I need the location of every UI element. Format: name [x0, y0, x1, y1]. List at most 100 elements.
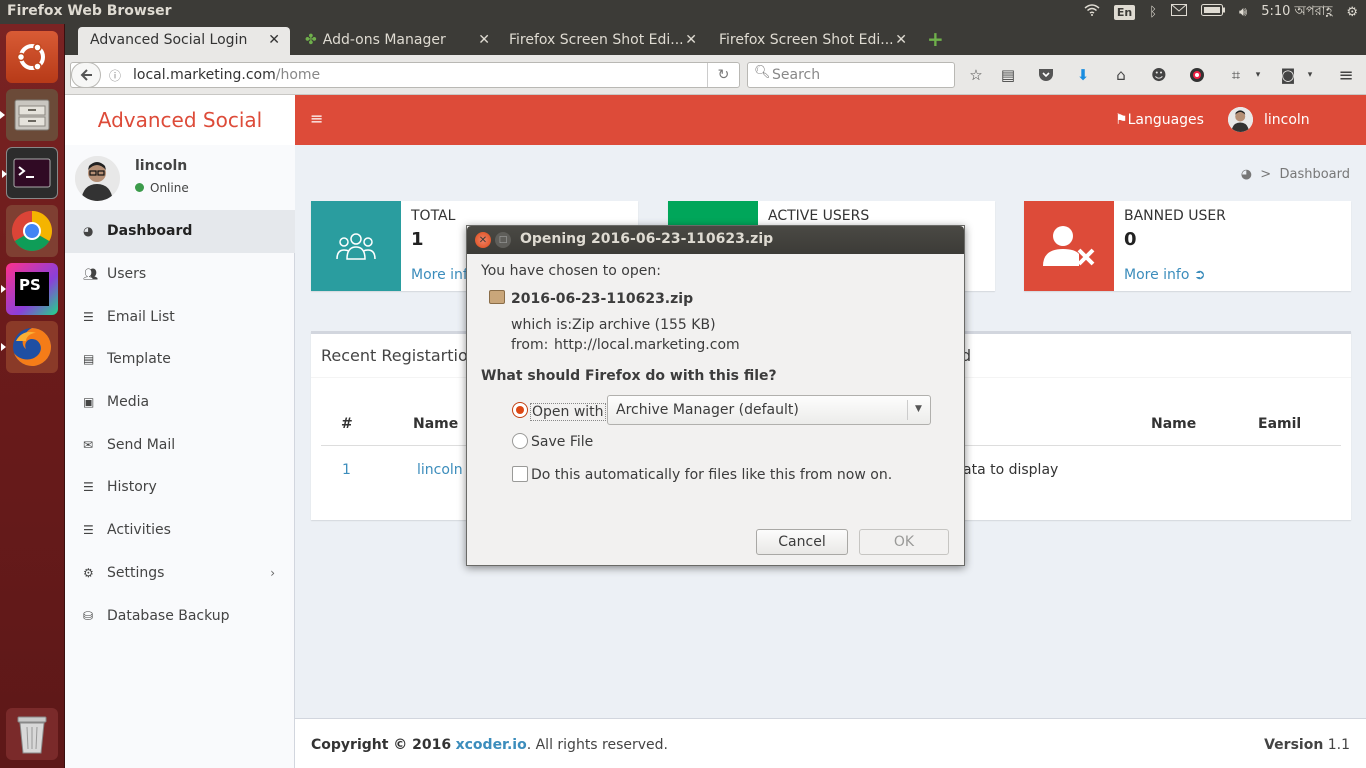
- url-host: local.marketing.com: [133, 67, 276, 83]
- phpstorm-icon[interactable]: PS: [1, 263, 58, 315]
- chrome-icon[interactable]: [6, 205, 58, 257]
- pocket-icon[interactable]: [1035, 64, 1057, 86]
- sidebar-item-label: Send Mail: [107, 436, 176, 453]
- sidebar-item-users[interactable]: 👥︎ Users: [65, 253, 295, 296]
- header-user-name[interactable]: lincoln: [1264, 112, 1310, 128]
- unity-launcher: PS: [0, 24, 65, 768]
- keyboard-layout-indicator[interactable]: En: [1113, 4, 1136, 20]
- sidebar-item-history[interactable]: ☰ History: [65, 466, 295, 509]
- sidebar-menu: ◕ Dashboard 👥︎ Users ☰ Email List ▤ Template…: [65, 210, 295, 637]
- column-header-name-2: Name: [1151, 416, 1197, 432]
- header-avatar[interactable]: [1228, 107, 1253, 132]
- clock[interactable]: 5:10 অপরাহ্ণ: [1261, 2, 1332, 23]
- back-arrow-icon[interactable]: [71, 62, 101, 88]
- camera-icon[interactable]: ◙: [1277, 64, 1299, 86]
- url-bar[interactable]: ⓘ local.marketing.com/home ↻: [70, 62, 740, 88]
- table-cell-number: 1: [342, 462, 351, 478]
- camera-dropdown-icon[interactable]: ▾: [1299, 64, 1321, 86]
- tab-addons-manager[interactable]: ✤ Add-ons Manager ✕: [293, 27, 500, 55]
- maximize-icon[interactable]: □: [495, 232, 511, 248]
- tab-strip: Advanced Social Login ✕ ✤ Add-ons Manager…: [65, 24, 1366, 55]
- close-icon[interactable]: ✕: [475, 232, 491, 248]
- downloads-icon[interactable]: ⬇: [1072, 64, 1094, 86]
- ok-button[interactable]: OK: [859, 529, 949, 555]
- app-logo[interactable]: Advanced Social: [65, 95, 295, 145]
- sidebar-item-label: Activities: [107, 522, 171, 539]
- color-wheel-icon[interactable]: [1186, 64, 1208, 86]
- wifi-icon[interactable]: [1084, 4, 1100, 20]
- dashboard-icon: ◕: [83, 224, 94, 239]
- tab-screenshot-editor-1[interactable]: Firefox Screen Shot Edi... ✕: [497, 27, 707, 55]
- trash-icon[interactable]: [6, 708, 58, 760]
- sidebar-item-label: Database Backup: [107, 607, 230, 624]
- tab-close-icon[interactable]: ✕: [478, 32, 490, 48]
- bookmarks-list-icon[interactable]: ▤: [997, 64, 1019, 86]
- users-icon: 👥︎: [83, 267, 99, 282]
- sidebar-item-activities[interactable]: ☰ Activities: [65, 509, 295, 552]
- database-icon: ⛁: [83, 608, 94, 623]
- tab-close-icon[interactable]: ✕: [268, 32, 280, 48]
- avatar: [75, 156, 120, 201]
- tab-advanced-social-login[interactable]: Advanced Social Login ✕: [78, 27, 290, 55]
- open-with-label[interactable]: Open with: [530, 403, 606, 421]
- sidebar-item-settings[interactable]: ⚙ Settings ›: [65, 552, 295, 595]
- sidebar-toggle-icon[interactable]: ≡: [310, 109, 323, 128]
- tab-close-icon[interactable]: ✕: [685, 32, 697, 48]
- search-bar[interactable]: 🔍︎ Search: [747, 62, 955, 88]
- new-tab-icon[interactable]: +: [917, 27, 947, 55]
- sidebar-item-send-mail[interactable]: ✉ Send Mail: [65, 423, 295, 466]
- chat-icon[interactable]: ☻: [1148, 64, 1170, 86]
- hamburger-menu-icon[interactable]: ≡: [1335, 64, 1357, 86]
- volume-icon[interactable]: 🔊︎: [1239, 5, 1247, 20]
- breadcrumb-current: Dashboard: [1279, 167, 1350, 182]
- sidebar-item-database-backup[interactable]: ⛁ Database Backup: [65, 594, 295, 637]
- terminal-icon[interactable]: [2, 147, 58, 199]
- bookmark-star-icon[interactable]: ☆: [965, 64, 987, 86]
- chosen-text: You have chosen to open:: [481, 263, 661, 279]
- home-icon[interactable]: ⌂: [1110, 64, 1132, 86]
- open-with-radio[interactable]: [512, 402, 528, 418]
- sidebar-item-media[interactable]: ▣ Media: [65, 381, 295, 424]
- mail-icon[interactable]: [1171, 4, 1188, 20]
- cancel-button[interactable]: Cancel: [756, 529, 848, 555]
- online-status-icon: [135, 183, 144, 192]
- copyright-suffix: . All rights reserved.: [526, 737, 669, 753]
- tab-close-icon[interactable]: ✕: [895, 32, 907, 48]
- copyright-prefix: Copyright © 2016: [311, 737, 452, 753]
- ubuntu-dash-icon[interactable]: [6, 31, 58, 83]
- tab-screenshot-editor-2[interactable]: Firefox Screen Shot Edi... ✕: [707, 27, 917, 55]
- from-value: http://local.marketing.com: [554, 337, 740, 353]
- window-title: Firefox Web Browser: [7, 3, 172, 19]
- stat-box-banned-user: BANNED USER 0 More info ➲: [1024, 201, 1351, 291]
- settings-gear-icon[interactable]: ⚙: [1346, 5, 1358, 20]
- auto-checkbox[interactable]: [512, 466, 528, 482]
- company-link[interactable]: xcoder.io: [456, 737, 527, 753]
- bluetooth-icon[interactable]: ᛒ: [1149, 5, 1157, 20]
- open-with-app-select[interactable]: Archive Manager (default) ▼: [607, 395, 931, 425]
- dashboard-icon[interactable]: ◕: [1241, 167, 1252, 182]
- panel-title: Recent Registartion: [321, 346, 478, 365]
- save-file-radio[interactable]: [512, 433, 528, 449]
- firefox-icon[interactable]: [1, 321, 58, 373]
- which-is-label: which is:: [511, 317, 573, 333]
- files-icon[interactable]: [0, 89, 58, 141]
- more-info-link[interactable]: More info ➲: [1124, 267, 1206, 283]
- list-icon: ☰: [83, 309, 94, 324]
- auto-label[interactable]: Do this automatically for files like thi…: [531, 467, 892, 483]
- sidebar-item-label: Email List: [107, 308, 175, 325]
- sidebar-item-dashboard[interactable]: ◕ Dashboard: [65, 210, 295, 253]
- reload-icon[interactable]: ↻: [707, 63, 739, 87]
- url-text[interactable]: local.marketing.com/home: [133, 67, 320, 83]
- sidebar-item-email-list[interactable]: ☰ Email List: [65, 295, 295, 338]
- crop-icon[interactable]: ⌗: [1225, 64, 1247, 86]
- site-info-icon[interactable]: ⓘ: [109, 67, 121, 84]
- sidebar-item-template[interactable]: ▤ Template: [65, 338, 295, 381]
- user-status-text: Online: [150, 181, 189, 195]
- battery-icon[interactable]: [1201, 4, 1226, 20]
- gears-icon: ⚙: [83, 565, 94, 580]
- save-file-label[interactable]: Save File: [531, 434, 593, 450]
- crop-dropdown-icon[interactable]: ▾: [1247, 64, 1269, 86]
- sidebar-item-label: Users: [107, 266, 147, 283]
- table-cell-name-link[interactable]: lincoln: [417, 462, 463, 478]
- languages-menu[interactable]: ⚑Languages: [1115, 112, 1204, 128]
